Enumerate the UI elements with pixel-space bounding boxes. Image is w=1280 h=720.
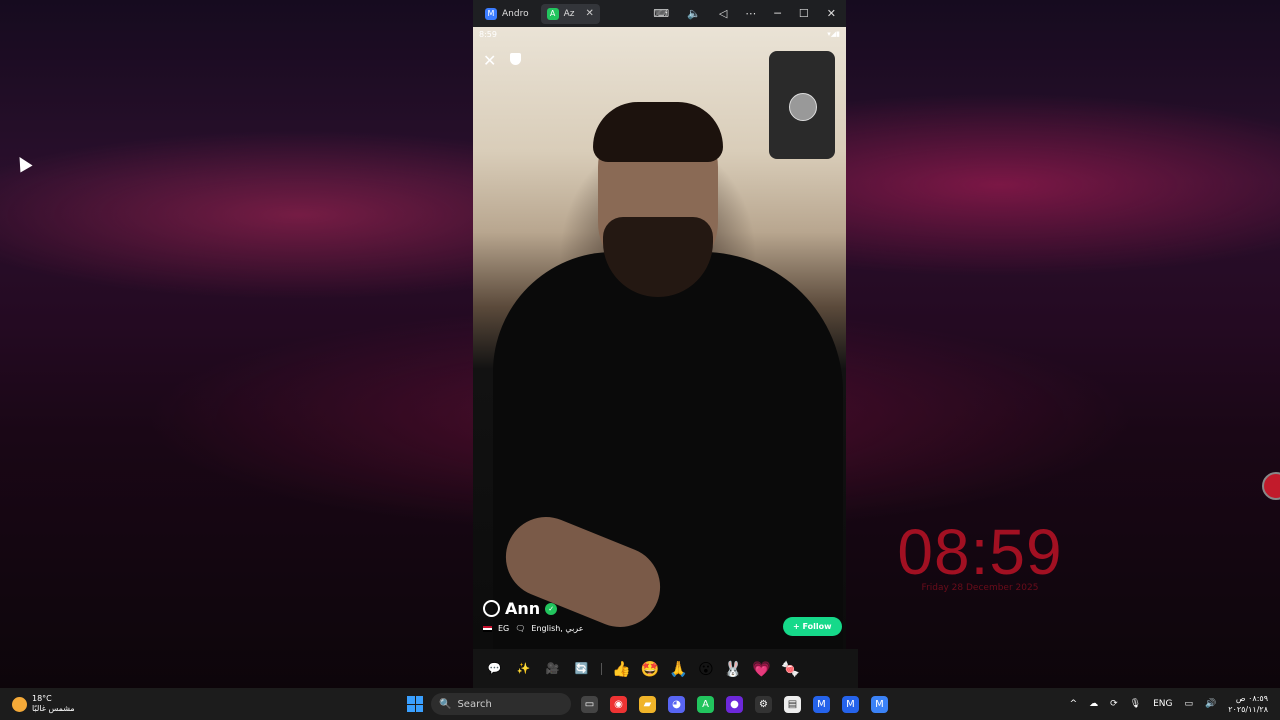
gift-star-eyes-icon[interactable]: 🤩 [641,660,660,678]
gift-thumbs-icon[interactable]: 👍 [612,660,631,678]
gift-bunny-icon[interactable]: 🐰 [724,660,743,678]
weather-sun-icon [12,696,27,712]
language-icon: 🗨 [515,624,526,633]
chevron-up-icon[interactable]: ^ [1070,699,1078,709]
chat-icon[interactable]: 💬 [485,659,504,678]
phone-status-bar: 8:59 ▾◢▮ [473,27,846,41]
shield-icon[interactable] [510,53,521,65]
switch-camera-icon[interactable]: 🔄 [572,659,591,678]
language-indicator[interactable]: ENG [1153,699,1172,709]
camera-icon[interactable]: 🎥 [543,659,562,678]
avatar[interactable] [483,600,500,617]
taskbar-clock-date: ٢٠٢٥/١١/٢٨ [1228,705,1268,714]
desktop-clock-time: 08:59 [897,516,1063,588]
emulator-window: M Andro A Az ✕ ⌨ 🔈 ◁ ⋯ ─ ☐ ✕ 8:59 ▾◢▮ ✕ [473,0,858,688]
self-preview[interactable] [769,51,835,159]
speaker-icon[interactable]: 🔊 [1205,699,1216,709]
desktop-clock-widget: 08:59 Friday 28 December 2025 [870,515,1090,593]
system-tray: ^ ☁ ⟳ 🎙 ENG ▭ 🔊 ٠٨:٥٩ ص ٢٠٢٥/١١/٢٨ [1070,693,1280,715]
weather-widget[interactable]: 18°C مشمس غالبًا [0,694,392,714]
close-icon[interactable]: ✕ [827,7,836,20]
settings-gear-icon[interactable]: ⚙ [755,695,772,713]
close-call-icon[interactable]: ✕ [483,51,496,70]
emulator-active-icon[interactable]: M [871,695,888,713]
discord-icon[interactable]: ◕ [668,695,685,713]
call-toolbar: 💬 ✨ 🎥 🔄 👍 🤩 🙏 😮 🐰 💗 🍬 [473,649,858,688]
emulator-titlebar: M Andro A Az ✕ ⌨ 🔈 ◁ ⋯ ─ ☐ ✕ [473,0,846,27]
status-time: 8:59 [479,29,497,39]
sync-icon[interactable]: ⟳ [1110,699,1118,709]
volume-icon[interactable]: 🔈 [687,7,701,20]
chrome-icon[interactable]: ◉ [610,695,627,713]
partner-name: Ann [505,599,541,618]
gift-candy-icon[interactable]: 🍬 [781,660,800,678]
tab-close-icon[interactable]: ✕ [585,8,593,19]
self-avatar [789,93,817,121]
video-person-hair [593,102,723,162]
verified-icon: ✓ [545,602,558,615]
mouse-cursor [13,153,33,173]
weather-temp: 18°C [32,694,52,703]
video-call-screen: 8:59 ▾◢▮ ✕ Ann ✓ EG 🗨 English, عربي + Fo… [473,27,846,649]
partner-profile: Ann ✓ EG 🗨 English, عربي [483,599,584,633]
more-icon[interactable]: ⋯ [745,7,756,20]
document-icon[interactable]: ▤ [784,695,801,713]
emulator-icon[interactable]: M [813,695,830,713]
windows-taskbar: 18°C مشمس غالبًا 🔍 Search ▭ ◉ ▰ ◕ A ● ⚙ … [0,688,1280,720]
azar-taskbar-icon[interactable]: A [697,695,714,713]
keyboard-icon[interactable]: ⌨ [653,7,669,20]
gift-pray-icon[interactable]: 🙏 [669,660,688,678]
mic-icon[interactable]: 🎙 [1130,699,1141,709]
tab-azar[interactable]: A Az ✕ [540,3,600,24]
partner-languages: English, عربي [531,624,584,633]
partner-country: EG [498,624,510,633]
floating-bubble-icon[interactable] [1262,472,1280,500]
maximize-icon[interactable]: ☐ [799,7,809,20]
follow-button[interactable]: + Follow [783,617,842,636]
wifi-battery-icon: ▾◢▮ [827,30,840,38]
app-purple-icon[interactable]: ● [726,695,743,713]
egypt-flag-icon [483,625,492,632]
taskbar-clock-time: ٠٨:٥٩ ص [1235,694,1268,703]
windows-start-icon[interactable] [407,696,423,712]
taskbar-search[interactable]: 🔍 Search [431,693,571,715]
search-placeholder: Search [457,698,492,710]
display-icon[interactable]: ▭ [1185,699,1194,709]
toolbar-divider [601,662,602,675]
azar-icon: A [546,7,559,20]
minimize-icon[interactable]: ─ [774,7,781,20]
back-icon[interactable]: ◁ [719,7,727,20]
weather-desc: مشمس غالبًا [32,704,75,713]
file-explorer-icon[interactable]: ▰ [639,695,656,713]
tab-azar-label: Az [563,8,575,19]
tab-android-label: Andro [502,8,529,19]
gift-face-icon[interactable]: 😮 [698,660,714,678]
task-view-icon[interactable]: ▭ [581,695,598,713]
taskbar-clock[interactable]: ٠٨:٥٩ ص ٢٠٢٥/١١/٢٨ [1228,693,1268,715]
cloud-icon[interactable]: ☁ [1089,699,1098,709]
effects-icon[interactable]: ✨ [514,659,533,678]
tab-android[interactable]: M Andro [479,4,535,24]
emulator-instance-icon[interactable]: M [842,695,859,713]
search-icon: 🔍 [439,698,452,710]
app-icon: M [485,7,497,20]
gift-heart-icon[interactable]: 💗 [752,660,771,678]
